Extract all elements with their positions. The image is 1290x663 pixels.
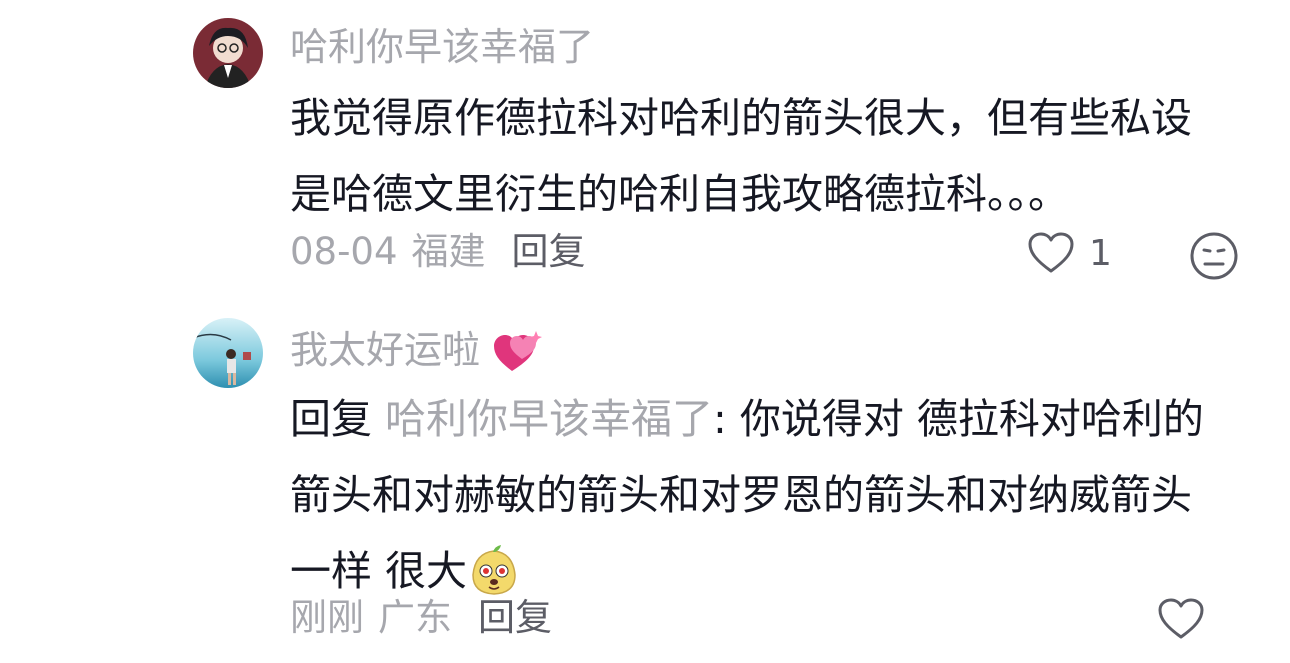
reply-button[interactable]: 回复 <box>512 230 586 273</box>
reply-prefix: 回复 <box>290 395 372 443</box>
comment-location: 福建 <box>411 230 486 273</box>
heart-outline-icon <box>1028 232 1074 273</box>
comment-text: 回复 哈利你早该幸福了: 你说得对 德拉科对哈利的箭头和对赫敏的箭头和对罗恩的箭… <box>290 381 1220 609</box>
neutral-face-icon <box>1190 232 1238 280</box>
comment-location: 广东 <box>378 596 452 639</box>
dislike-button[interactable] <box>1189 231 1239 285</box>
comment-meta: 08-04 福建 回复 <box>290 230 586 274</box>
comment-date: 08-04 <box>290 230 398 273</box>
reply-button[interactable]: 回复 <box>478 596 552 639</box>
reply-target-username[interactable]: 哈利你早该幸福了 <box>385 395 713 443</box>
avatar[interactable] <box>193 318 263 388</box>
like-button[interactable]: 1 <box>1027 231 1112 275</box>
like-button[interactable] <box>1157 597 1205 641</box>
comment-meta: 刚刚 广东 回复 <box>290 596 552 640</box>
comment-item: 我太好运啦 回复 哈利你早该幸福了: 你说得对 德拉科对哈利的箭头和对赫敏的箭头… <box>0 300 1290 663</box>
comment-date: 刚刚 <box>290 596 364 639</box>
comment-username[interactable]: 哈利你早该幸福了 <box>290 24 594 70</box>
comment-item: 哈利你早该幸福了 我觉得原作德拉科对哈利的箭头很大，但有些私设是哈德文里衍生的哈… <box>0 0 1290 300</box>
comment-username[interactable]: 我太好运啦 <box>290 327 543 375</box>
doge-face-emoji <box>472 545 516 595</box>
comment-text: 我觉得原作德拉科对哈利的箭头很大，但有些私设是哈德文里衍生的哈利自我攻略德拉科。… <box>290 94 1192 218</box>
sparkling-heart-emoji <box>494 331 543 371</box>
like-count: 1 <box>1089 232 1112 274</box>
avatar[interactable] <box>193 18 263 88</box>
username-text: 我太好运啦 <box>290 328 481 372</box>
heart-outline-icon <box>1158 598 1204 639</box>
